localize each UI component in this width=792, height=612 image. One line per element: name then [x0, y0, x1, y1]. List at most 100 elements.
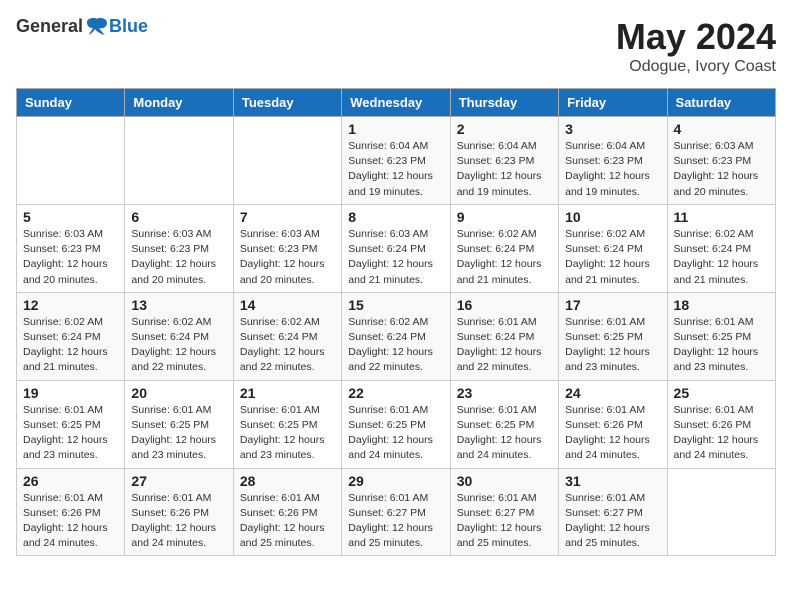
- calendar-day-cell: 28 Sunrise: 6:01 AM Sunset: 6:26 PM Dayli…: [233, 468, 341, 556]
- calendar-day-cell: 26Sunrise: 6:01 AM Sunset: 6:26 PM Dayli…: [17, 468, 125, 556]
- calendar-day-cell: [233, 117, 341, 205]
- day-number: 18: [674, 297, 769, 313]
- calendar-day-header: Thursday: [450, 89, 558, 117]
- calendar-week-row: 12 Sunrise: 6:02 AM Sunset: 6:24 PM Dayli…: [17, 292, 776, 380]
- day-number: 6: [131, 209, 226, 225]
- location-title: Odogue, Ivory Coast: [616, 58, 776, 76]
- day-info: Sunrise: 6:03 AM Sunset: 6:23 PM Dayligh…: [674, 139, 769, 200]
- day-number: 12: [23, 297, 118, 313]
- day-info: Sunrise: 6:01 AM Sunset: 6:26 PM Dayligh…: [240, 491, 335, 552]
- calendar-day-header: Friday: [559, 89, 667, 117]
- day-info: Sunrise: 6:03 AM Sunset: 6:23 PM Dayligh…: [131, 227, 226, 288]
- day-info: Sunrise: 6:01 AM Sunset: 6:24 PM Dayligh…: [457, 315, 552, 376]
- calendar-day-cell: 8 Sunrise: 6:03 AM Sunset: 6:24 PM Daylig…: [342, 204, 450, 292]
- day-number: 13: [131, 297, 226, 313]
- calendar-day-cell: 30 Sunrise: 6:01 AM Sunset: 6:27 PM Dayli…: [450, 468, 558, 556]
- calendar-day-cell: 4 Sunrise: 6:03 AM Sunset: 6:23 PM Daylig…: [667, 117, 775, 205]
- day-number: 1: [348, 121, 443, 137]
- day-info: Sunrise: 6:01 AM Sunset: 6:25 PM Dayligh…: [23, 403, 118, 464]
- calendar-day-header: Tuesday: [233, 89, 341, 117]
- day-info: Sunrise: 6:02 AM Sunset: 6:24 PM Dayligh…: [23, 315, 118, 376]
- calendar-day-cell: [125, 117, 233, 205]
- calendar-day-header: Saturday: [667, 89, 775, 117]
- calendar-week-row: 1 Sunrise: 6:04 AM Sunset: 6:23 PM Daylig…: [17, 117, 776, 205]
- calendar-day-cell: 27 Sunrise: 6:01 AM Sunset: 6:26 PM Dayli…: [125, 468, 233, 556]
- calendar-day-cell: [667, 468, 775, 556]
- day-number: 8: [348, 209, 443, 225]
- day-number: 30: [457, 473, 552, 489]
- day-number: 31: [565, 473, 660, 489]
- day-number: 11: [674, 209, 769, 225]
- day-info: Sunrise: 6:04 AM Sunset: 6:23 PM Dayligh…: [348, 139, 443, 200]
- calendar-day-cell: [17, 117, 125, 205]
- calendar-day-cell: 5Sunrise: 6:03 AM Sunset: 6:23 PM Daylig…: [17, 204, 125, 292]
- logo-general-text: General: [16, 16, 83, 37]
- day-number: 5: [23, 209, 118, 225]
- calendar-week-row: 26Sunrise: 6:01 AM Sunset: 6:26 PM Dayli…: [17, 468, 776, 556]
- calendar-day-cell: 13Sunrise: 6:02 AM Sunset: 6:24 PM Dayli…: [125, 292, 233, 380]
- page-header: General Blue May 2024 Odogue, Ivory Coas…: [16, 16, 776, 76]
- title-area: May 2024 Odogue, Ivory Coast: [616, 16, 776, 76]
- day-info: Sunrise: 6:01 AM Sunset: 6:25 PM Dayligh…: [131, 403, 226, 464]
- day-info: Sunrise: 6:02 AM Sunset: 6:24 PM Dayligh…: [457, 227, 552, 288]
- day-info: Sunrise: 6:03 AM Sunset: 6:23 PM Dayligh…: [240, 227, 335, 288]
- day-info: Sunrise: 6:01 AM Sunset: 6:25 PM Dayligh…: [348, 403, 443, 464]
- calendar-day-cell: 7Sunrise: 6:03 AM Sunset: 6:23 PM Daylig…: [233, 204, 341, 292]
- day-number: 23: [457, 385, 552, 401]
- day-info: Sunrise: 6:01 AM Sunset: 6:25 PM Dayligh…: [240, 403, 335, 464]
- day-number: 9: [457, 209, 552, 225]
- calendar-day-cell: 1 Sunrise: 6:04 AM Sunset: 6:23 PM Daylig…: [342, 117, 450, 205]
- calendar-day-cell: 21Sunrise: 6:01 AM Sunset: 6:25 PM Dayli…: [233, 380, 341, 468]
- day-number: 20: [131, 385, 226, 401]
- day-info: Sunrise: 6:01 AM Sunset: 6:25 PM Dayligh…: [674, 315, 769, 376]
- calendar-day-cell: 12 Sunrise: 6:02 AM Sunset: 6:24 PM Dayli…: [17, 292, 125, 380]
- day-number: 15: [348, 297, 443, 313]
- day-info: Sunrise: 6:02 AM Sunset: 6:24 PM Dayligh…: [348, 315, 443, 376]
- logo-blue-text: Blue: [109, 16, 148, 37]
- day-number: 27: [131, 473, 226, 489]
- calendar-table: SundayMondayTuesdayWednesdayThursdayFrid…: [16, 88, 776, 556]
- day-info: Sunrise: 6:03 AM Sunset: 6:24 PM Dayligh…: [348, 227, 443, 288]
- calendar-day-header: Monday: [125, 89, 233, 117]
- calendar-day-cell: 25 Sunrise: 6:01 AM Sunset: 6:26 PM Dayli…: [667, 380, 775, 468]
- calendar-day-cell: 31 Sunrise: 6:01 AM Sunset: 6:27 PM Dayli…: [559, 468, 667, 556]
- calendar-day-cell: 18 Sunrise: 6:01 AM Sunset: 6:25 PM Dayli…: [667, 292, 775, 380]
- calendar-day-cell: 6 Sunrise: 6:03 AM Sunset: 6:23 PM Daylig…: [125, 204, 233, 292]
- calendar-day-cell: 23 Sunrise: 6:01 AM Sunset: 6:25 PM Dayli…: [450, 380, 558, 468]
- day-number: 4: [674, 121, 769, 137]
- calendar-day-header: Sunday: [17, 89, 125, 117]
- day-number: 19: [23, 385, 118, 401]
- day-info: Sunrise: 6:01 AM Sunset: 6:27 PM Dayligh…: [565, 491, 660, 552]
- calendar-day-cell: 17 Sunrise: 6:01 AM Sunset: 6:25 PM Dayli…: [559, 292, 667, 380]
- day-number: 2: [457, 121, 552, 137]
- calendar-day-cell: 9 Sunrise: 6:02 AM Sunset: 6:24 PM Daylig…: [450, 204, 558, 292]
- day-info: Sunrise: 6:01 AM Sunset: 6:26 PM Dayligh…: [674, 403, 769, 464]
- calendar-header-row: SundayMondayTuesdayWednesdayThursdayFrid…: [17, 89, 776, 117]
- day-info: Sunrise: 6:01 AM Sunset: 6:25 PM Dayligh…: [457, 403, 552, 464]
- day-number: 17: [565, 297, 660, 313]
- day-number: 28: [240, 473, 335, 489]
- calendar-day-cell: 16 Sunrise: 6:01 AM Sunset: 6:24 PM Dayli…: [450, 292, 558, 380]
- calendar-day-cell: 19 Sunrise: 6:01 AM Sunset: 6:25 PM Dayli…: [17, 380, 125, 468]
- day-info: Sunrise: 6:04 AM Sunset: 6:23 PM Dayligh…: [457, 139, 552, 200]
- calendar-day-cell: 29Sunrise: 6:01 AM Sunset: 6:27 PM Dayli…: [342, 468, 450, 556]
- day-info: Sunrise: 6:01 AM Sunset: 6:27 PM Dayligh…: [457, 491, 552, 552]
- calendar-day-cell: 24 Sunrise: 6:01 AM Sunset: 6:26 PM Dayli…: [559, 380, 667, 468]
- day-info: Sunrise: 6:02 AM Sunset: 6:24 PM Dayligh…: [674, 227, 769, 288]
- day-number: 24: [565, 385, 660, 401]
- day-info: Sunrise: 6:02 AM Sunset: 6:24 PM Dayligh…: [240, 315, 335, 376]
- day-info: Sunrise: 6:01 AM Sunset: 6:26 PM Dayligh…: [565, 403, 660, 464]
- logo-bird-icon: [85, 17, 109, 37]
- logo: General Blue: [16, 16, 148, 37]
- calendar-day-cell: 20 Sunrise: 6:01 AM Sunset: 6:25 PM Dayli…: [125, 380, 233, 468]
- day-info: Sunrise: 6:01 AM Sunset: 6:26 PM Dayligh…: [131, 491, 226, 552]
- calendar-day-cell: 10Sunrise: 6:02 AM Sunset: 6:24 PM Dayli…: [559, 204, 667, 292]
- calendar-week-row: 5 Sunrise: 6:03 AM Sunset: 6:23 PM Daylig…: [17, 204, 776, 292]
- day-info: Sunrise: 6:01 AM Sunset: 6:25 PM Dayligh…: [565, 315, 660, 376]
- day-number: 25: [674, 385, 769, 401]
- day-number: 3: [565, 121, 660, 137]
- day-number: 16: [457, 297, 552, 313]
- day-info: Sunrise: 6:01 AM Sunset: 6:27 PM Dayligh…: [348, 491, 443, 552]
- calendar-week-row: 19 Sunrise: 6:01 AM Sunset: 6:25 PM Dayli…: [17, 380, 776, 468]
- day-number: 22: [348, 385, 443, 401]
